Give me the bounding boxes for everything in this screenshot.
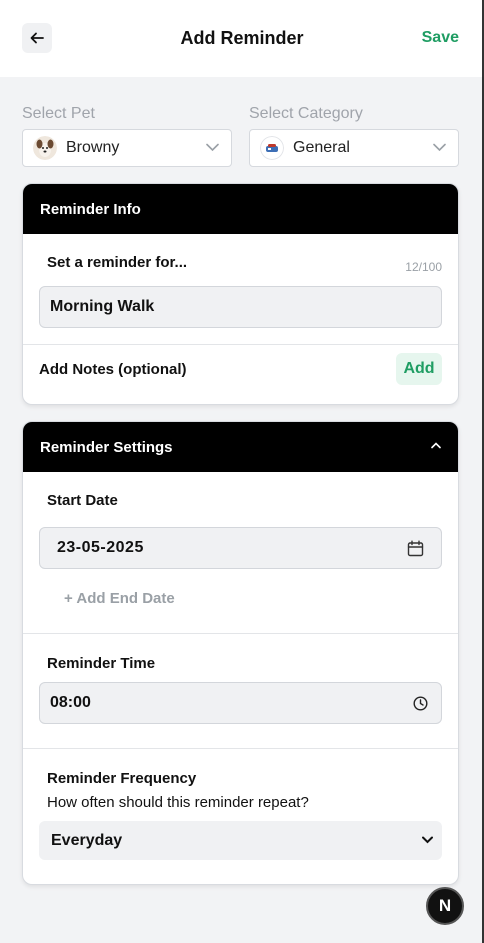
fab-label: N	[438, 896, 452, 915]
notes-label: Add Notes (optional)	[39, 361, 187, 378]
char-counter: 12/100	[405, 260, 442, 274]
pet-avatar	[33, 136, 57, 160]
start-date-value: 23-05-2025	[57, 539, 144, 556]
select-pet-label: Select Pet	[22, 105, 95, 122]
pet-select[interactable]: Browny	[22, 129, 232, 167]
divider	[23, 633, 458, 634]
reminder-time-label: Reminder Time	[47, 655, 156, 672]
chevron-up-icon[interactable]	[431, 442, 441, 449]
top-bar: Add Reminder Save	[0, 0, 484, 77]
frequency-select-value: Everyday	[51, 831, 123, 849]
add-end-date-button[interactable]: + Add End Date	[64, 590, 175, 607]
reminder-info-card: Reminder Info Set a reminder for... 12/1…	[22, 183, 459, 405]
chevron-down-icon	[433, 143, 446, 152]
divider	[23, 748, 458, 749]
clock-icon[interactable]	[413, 696, 428, 711]
pet-select-value: Browny	[66, 139, 120, 156]
reminder-time-value: 08:00	[50, 694, 91, 711]
reminder-settings-title: Reminder Settings	[40, 438, 173, 456]
select-category-label: Select Category	[249, 105, 363, 122]
category-select[interactable]: General	[249, 129, 459, 167]
add-notes-button[interactable]: Add	[396, 353, 442, 385]
chevron-down-icon	[206, 143, 219, 152]
reminder-time-input[interactable]: 08:00	[39, 682, 442, 724]
divider	[23, 344, 458, 345]
category-icon	[260, 136, 284, 160]
save-button[interactable]: Save	[422, 29, 459, 47]
page-title: Add Reminder	[180, 28, 304, 48]
reminder-settings-card: Reminder Settings Start Date 23-05-2025 …	[22, 421, 459, 885]
reminder-settings-header[interactable]: Reminder Settings	[23, 422, 458, 472]
start-date-label: Start Date	[47, 492, 118, 509]
category-select-value: General	[293, 139, 350, 156]
reminder-frequency-subtitle: How often should this reminder repeat?	[47, 794, 309, 811]
start-date-input[interactable]: 23-05-2025	[39, 527, 442, 569]
frequency-select[interactable]: Everyday	[39, 821, 442, 860]
dev-tools-button[interactable]: N	[426, 887, 464, 925]
chevron-down-icon	[422, 836, 433, 844]
calendar-icon[interactable]	[407, 540, 424, 557]
reminder-for-input[interactable]: Morning Walk	[39, 286, 442, 328]
reminder-for-label: Set a reminder for...	[47, 254, 188, 271]
reminder-info-title: Reminder Info	[40, 200, 141, 218]
reminder-frequency-label: Reminder Frequency	[47, 770, 197, 787]
reminder-info-header: Reminder Info	[23, 184, 458, 234]
